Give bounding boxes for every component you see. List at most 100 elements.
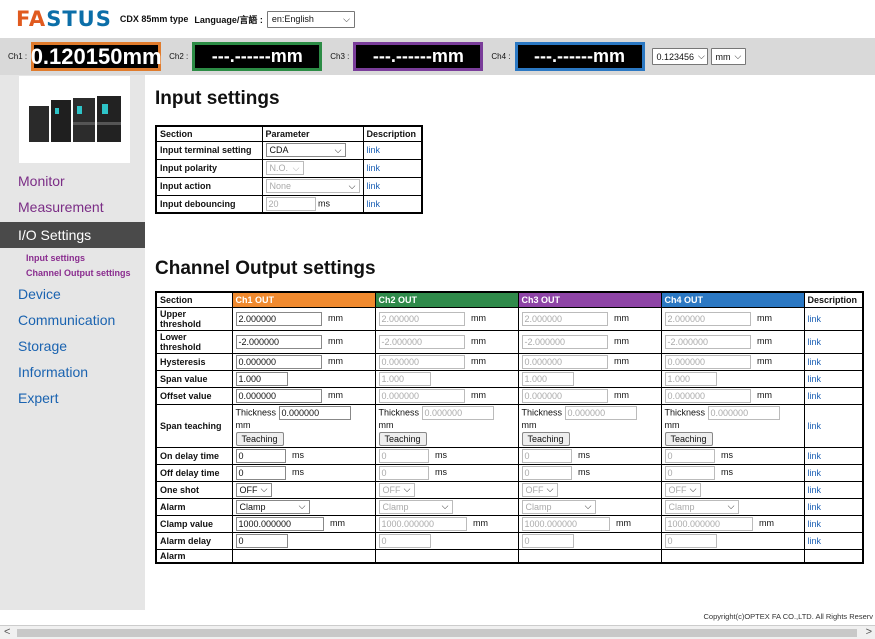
thickness-field[interactable]: 0.000000 bbox=[707, 405, 780, 420]
language-select[interactable]: en:English ⌵ bbox=[266, 10, 355, 28]
ch4-cell: 1000.000000 mm bbox=[660, 514, 805, 533]
horizontal-scrollbar[interactable]: < > bbox=[0, 625, 875, 639]
alarm-select[interactable]: Clamp ⌵ bbox=[378, 499, 453, 514]
sidebar-item-information[interactable]: Information bbox=[0, 359, 145, 385]
value-field[interactable]: 0 bbox=[235, 533, 288, 548]
value-field[interactable]: 0 bbox=[235, 465, 286, 480]
thickness-field[interactable]: 0.000000 bbox=[278, 405, 351, 420]
value-field[interactable]: 0.000000 bbox=[378, 388, 465, 403]
teaching-button[interactable]: Teaching bbox=[664, 431, 713, 446]
input-polarity-select[interactable]: N.O. ⌵ bbox=[265, 161, 304, 175]
sidebar-item-monitor[interactable]: Monitor bbox=[0, 168, 145, 194]
one-shot-select[interactable]: OFF ⌵ bbox=[378, 482, 415, 497]
value-field[interactable]: 1000.000000 bbox=[664, 516, 753, 531]
description-link[interactable]: link bbox=[803, 386, 864, 405]
value-field[interactable]: 0.000000 bbox=[521, 388, 608, 403]
value-field[interactable]: 0.000000 bbox=[378, 354, 465, 369]
scroll-left-icon[interactable]: < bbox=[4, 626, 10, 638]
ch4-cell: 0 ms bbox=[660, 446, 805, 465]
value-field[interactable]: 2.000000 bbox=[378, 311, 465, 326]
value-field[interactable]: 0 bbox=[664, 465, 715, 480]
description-link[interactable]: link bbox=[803, 403, 864, 448]
description-link[interactable]: link bbox=[803, 480, 864, 499]
sidebar-item-expert[interactable]: Expert bbox=[0, 385, 145, 411]
alarm-select[interactable]: Clamp ⌵ bbox=[664, 499, 739, 514]
value-field[interactable]: 2.000000 bbox=[235, 311, 322, 326]
description-link[interactable]: link bbox=[803, 463, 864, 482]
input-debouncing-field[interactable]: 20 bbox=[265, 196, 316, 211]
value-field[interactable]: 2.000000 bbox=[664, 311, 751, 326]
one-shot-select[interactable]: OFF ⌵ bbox=[235, 482, 272, 497]
description-link[interactable]: link bbox=[362, 158, 423, 178]
value-field[interactable]: 0.000000 bbox=[521, 354, 608, 369]
sidebar-item-device[interactable]: Device bbox=[0, 281, 145, 307]
table-row-partial: Alarm bbox=[155, 548, 864, 563]
value-field[interactable]: 0 bbox=[235, 448, 286, 463]
one-shot-select[interactable]: OFF ⌵ bbox=[521, 482, 558, 497]
teaching-button[interactable]: Teaching bbox=[521, 431, 570, 446]
alarm-select[interactable]: Clamp ⌵ bbox=[235, 499, 310, 514]
sidebar-subitem-input-settings[interactable]: Input settings bbox=[0, 251, 145, 266]
select-value: Clamp bbox=[382, 501, 409, 512]
value-field[interactable]: -2.000000 bbox=[235, 334, 322, 349]
value-field[interactable]: -2.000000 bbox=[378, 334, 465, 349]
teaching-button[interactable]: Teaching bbox=[235, 431, 284, 446]
ch1-cell: OFF ⌵ bbox=[231, 480, 376, 499]
table-header: Section Ch1 OUT Ch2 OUT Ch3 OUT Ch4 OUT … bbox=[155, 291, 864, 308]
sidebar-item-measurement[interactable]: Measurement bbox=[0, 194, 145, 220]
value-field[interactable]: 0 bbox=[521, 533, 574, 548]
input-action-select[interactable]: None ⌵ bbox=[265, 179, 360, 193]
value-field[interactable]: 0.000000 bbox=[664, 354, 751, 369]
value-field[interactable]: -2.000000 bbox=[521, 334, 608, 349]
ch4-cell: Thickness 0.000000 mm Teaching bbox=[660, 403, 805, 448]
description-link[interactable]: link bbox=[803, 497, 864, 516]
one-shot-select[interactable]: OFF ⌵ bbox=[664, 482, 701, 497]
value-field[interactable]: 1.000 bbox=[521, 371, 574, 386]
value-field[interactable]: 1000.000000 bbox=[378, 516, 467, 531]
value-field[interactable]: 1000.000000 bbox=[521, 516, 610, 531]
description-link[interactable]: link bbox=[362, 140, 423, 160]
thickness-field[interactable]: 0.000000 bbox=[421, 405, 494, 420]
alarm-select[interactable]: Clamp ⌵ bbox=[521, 499, 596, 514]
unit-label: mm bbox=[614, 312, 630, 323]
value-field[interactable]: 2.000000 bbox=[521, 311, 608, 326]
sidebar-item-storage[interactable]: Storage bbox=[0, 333, 145, 359]
chevron-down-icon: ⌵ bbox=[441, 501, 449, 511]
description-link[interactable]: link bbox=[803, 329, 864, 354]
value-field[interactable]: 0.000000 bbox=[235, 354, 322, 369]
value-field[interactable]: 0 bbox=[521, 448, 572, 463]
description-link[interactable]: link bbox=[803, 446, 864, 465]
value-field[interactable]: 1.000 bbox=[235, 371, 288, 386]
description-link[interactable]: link bbox=[362, 194, 423, 214]
scrollbar-thumb[interactable] bbox=[17, 629, 857, 637]
value-field[interactable]: 0 bbox=[378, 465, 429, 480]
value-field[interactable]: 1.000 bbox=[664, 371, 717, 386]
sidebar-item-communication[interactable]: Communication bbox=[0, 307, 145, 333]
thickness-field[interactable]: 0.000000 bbox=[564, 405, 637, 420]
resolution-select[interactable]: 0.123456 ⌵ bbox=[651, 48, 708, 65]
description-link[interactable]: link bbox=[803, 514, 864, 533]
value-field[interactable]: 0 bbox=[378, 533, 431, 548]
value-field[interactable]: 0 bbox=[664, 533, 717, 548]
description-link[interactable]: link bbox=[362, 176, 423, 196]
scroll-right-icon[interactable]: > bbox=[866, 626, 872, 638]
input-terminal-select[interactable]: CDA ⌵ bbox=[265, 143, 346, 157]
value-field[interactable]: 0 bbox=[378, 448, 429, 463]
value-field[interactable]: 0 bbox=[521, 465, 572, 480]
description-link[interactable]: link bbox=[803, 531, 864, 550]
sidebar-subitem-channel-output-settings[interactable]: Channel Output settings bbox=[0, 266, 145, 281]
value-field[interactable]: 0 bbox=[664, 448, 715, 463]
description-link[interactable]: link bbox=[803, 369, 864, 388]
value-field[interactable]: 0.000000 bbox=[235, 388, 322, 403]
value-field[interactable]: 1000.000000 bbox=[235, 516, 324, 531]
value-field[interactable]: -2.000000 bbox=[664, 334, 751, 349]
value-field[interactable]: 0.000000 bbox=[664, 388, 751, 403]
teaching-button[interactable]: Teaching bbox=[378, 431, 427, 446]
sidebar-item-io-settings[interactable]: I/O Settings bbox=[0, 222, 145, 248]
unit-select[interactable]: mm ⌵ bbox=[710, 48, 746, 65]
description-link[interactable]: link bbox=[803, 352, 864, 371]
description-link[interactable]: link bbox=[803, 306, 864, 331]
row-label: Span teaching bbox=[155, 403, 233, 448]
column-header: Section bbox=[155, 291, 233, 308]
value-field[interactable]: 1.000 bbox=[378, 371, 431, 386]
